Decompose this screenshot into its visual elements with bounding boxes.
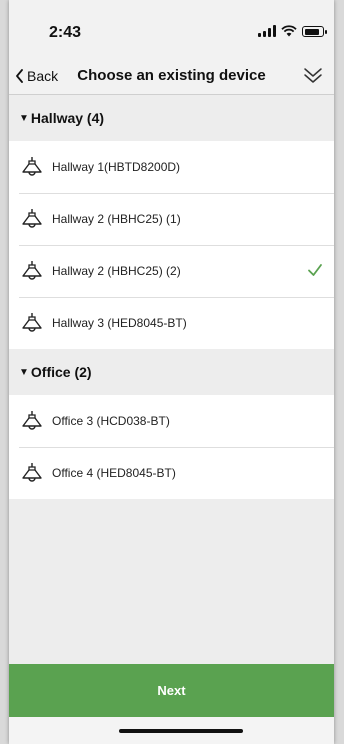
status-bar: 2:43 (9, 0, 334, 62)
lamp-icon (22, 313, 42, 332)
section-header[interactable]: ▼ Office (2) (9, 349, 334, 395)
device-list: Hallway 1(HBTD8200D) Hallway 2 (HBHC25) … (9, 141, 334, 349)
device-label: Office 3 (HCD038-BT) (52, 414, 170, 428)
checkmark-icon (308, 264, 322, 276)
device-groups: ▼ Hallway (4) Hallway 1(HBTD8200D) Hallwa… (9, 95, 334, 499)
phone-screen: 2:43 Back Choose an existing device ▼Ha (9, 0, 334, 744)
page-title: Choose an existing device (77, 67, 266, 84)
device-label: Hallway 3 (HED8045-BT) (52, 316, 187, 330)
home-indicator[interactable] (119, 729, 243, 733)
device-label: Hallway 1(HBTD8200D) (52, 160, 181, 174)
device-row[interactable]: Office 3 (HCD038-BT) (9, 395, 334, 447)
lamp-icon (22, 463, 42, 482)
nav-bar: Back Choose an existing device (9, 62, 334, 95)
device-label: Hallway 2 (HBHC25) (1) (52, 212, 181, 226)
section-title: Office (2) (30, 364, 92, 380)
device-label: Hallway 2 (HBHC25) (2) (52, 264, 181, 278)
home-area (9, 717, 334, 744)
device-row[interactable]: Hallway 2 (HBHC25) (1) (9, 193, 334, 245)
status-time: 2:43 (49, 24, 82, 41)
double-chevron-down-icon[interactable] (302, 65, 324, 87)
lamp-icon (22, 411, 42, 430)
device-row[interactable]: Office 4 (HED8045-BT) (9, 447, 334, 499)
device-label: Office 4 (HED8045-BT) (52, 466, 176, 480)
device-row[interactable]: Hallway 2 (HBHC25) (2) (9, 245, 334, 297)
section-title: Hallway (4) (30, 110, 105, 126)
section-header[interactable]: ▼ Hallway (4) (9, 95, 334, 141)
battery-icon (302, 26, 327, 37)
next-button[interactable]: Next (9, 664, 334, 717)
triangle-down-icon: ▼ (19, 366, 29, 378)
triangle-down-icon: ▼ (19, 112, 29, 124)
device-row[interactable]: Hallway 3 (HED8045-BT) (9, 297, 334, 349)
lamp-icon (22, 261, 42, 280)
device-row[interactable]: Hallway 1(HBTD8200D) (9, 141, 334, 193)
wifi-icon (281, 25, 297, 37)
lamp-icon (22, 157, 42, 176)
lamp-icon (22, 209, 42, 228)
device-list: Office 3 (HCD038-BT) Office 4 (HED8045-B… (9, 395, 334, 499)
system-icons (258, 25, 327, 37)
signal-icon (258, 25, 276, 37)
